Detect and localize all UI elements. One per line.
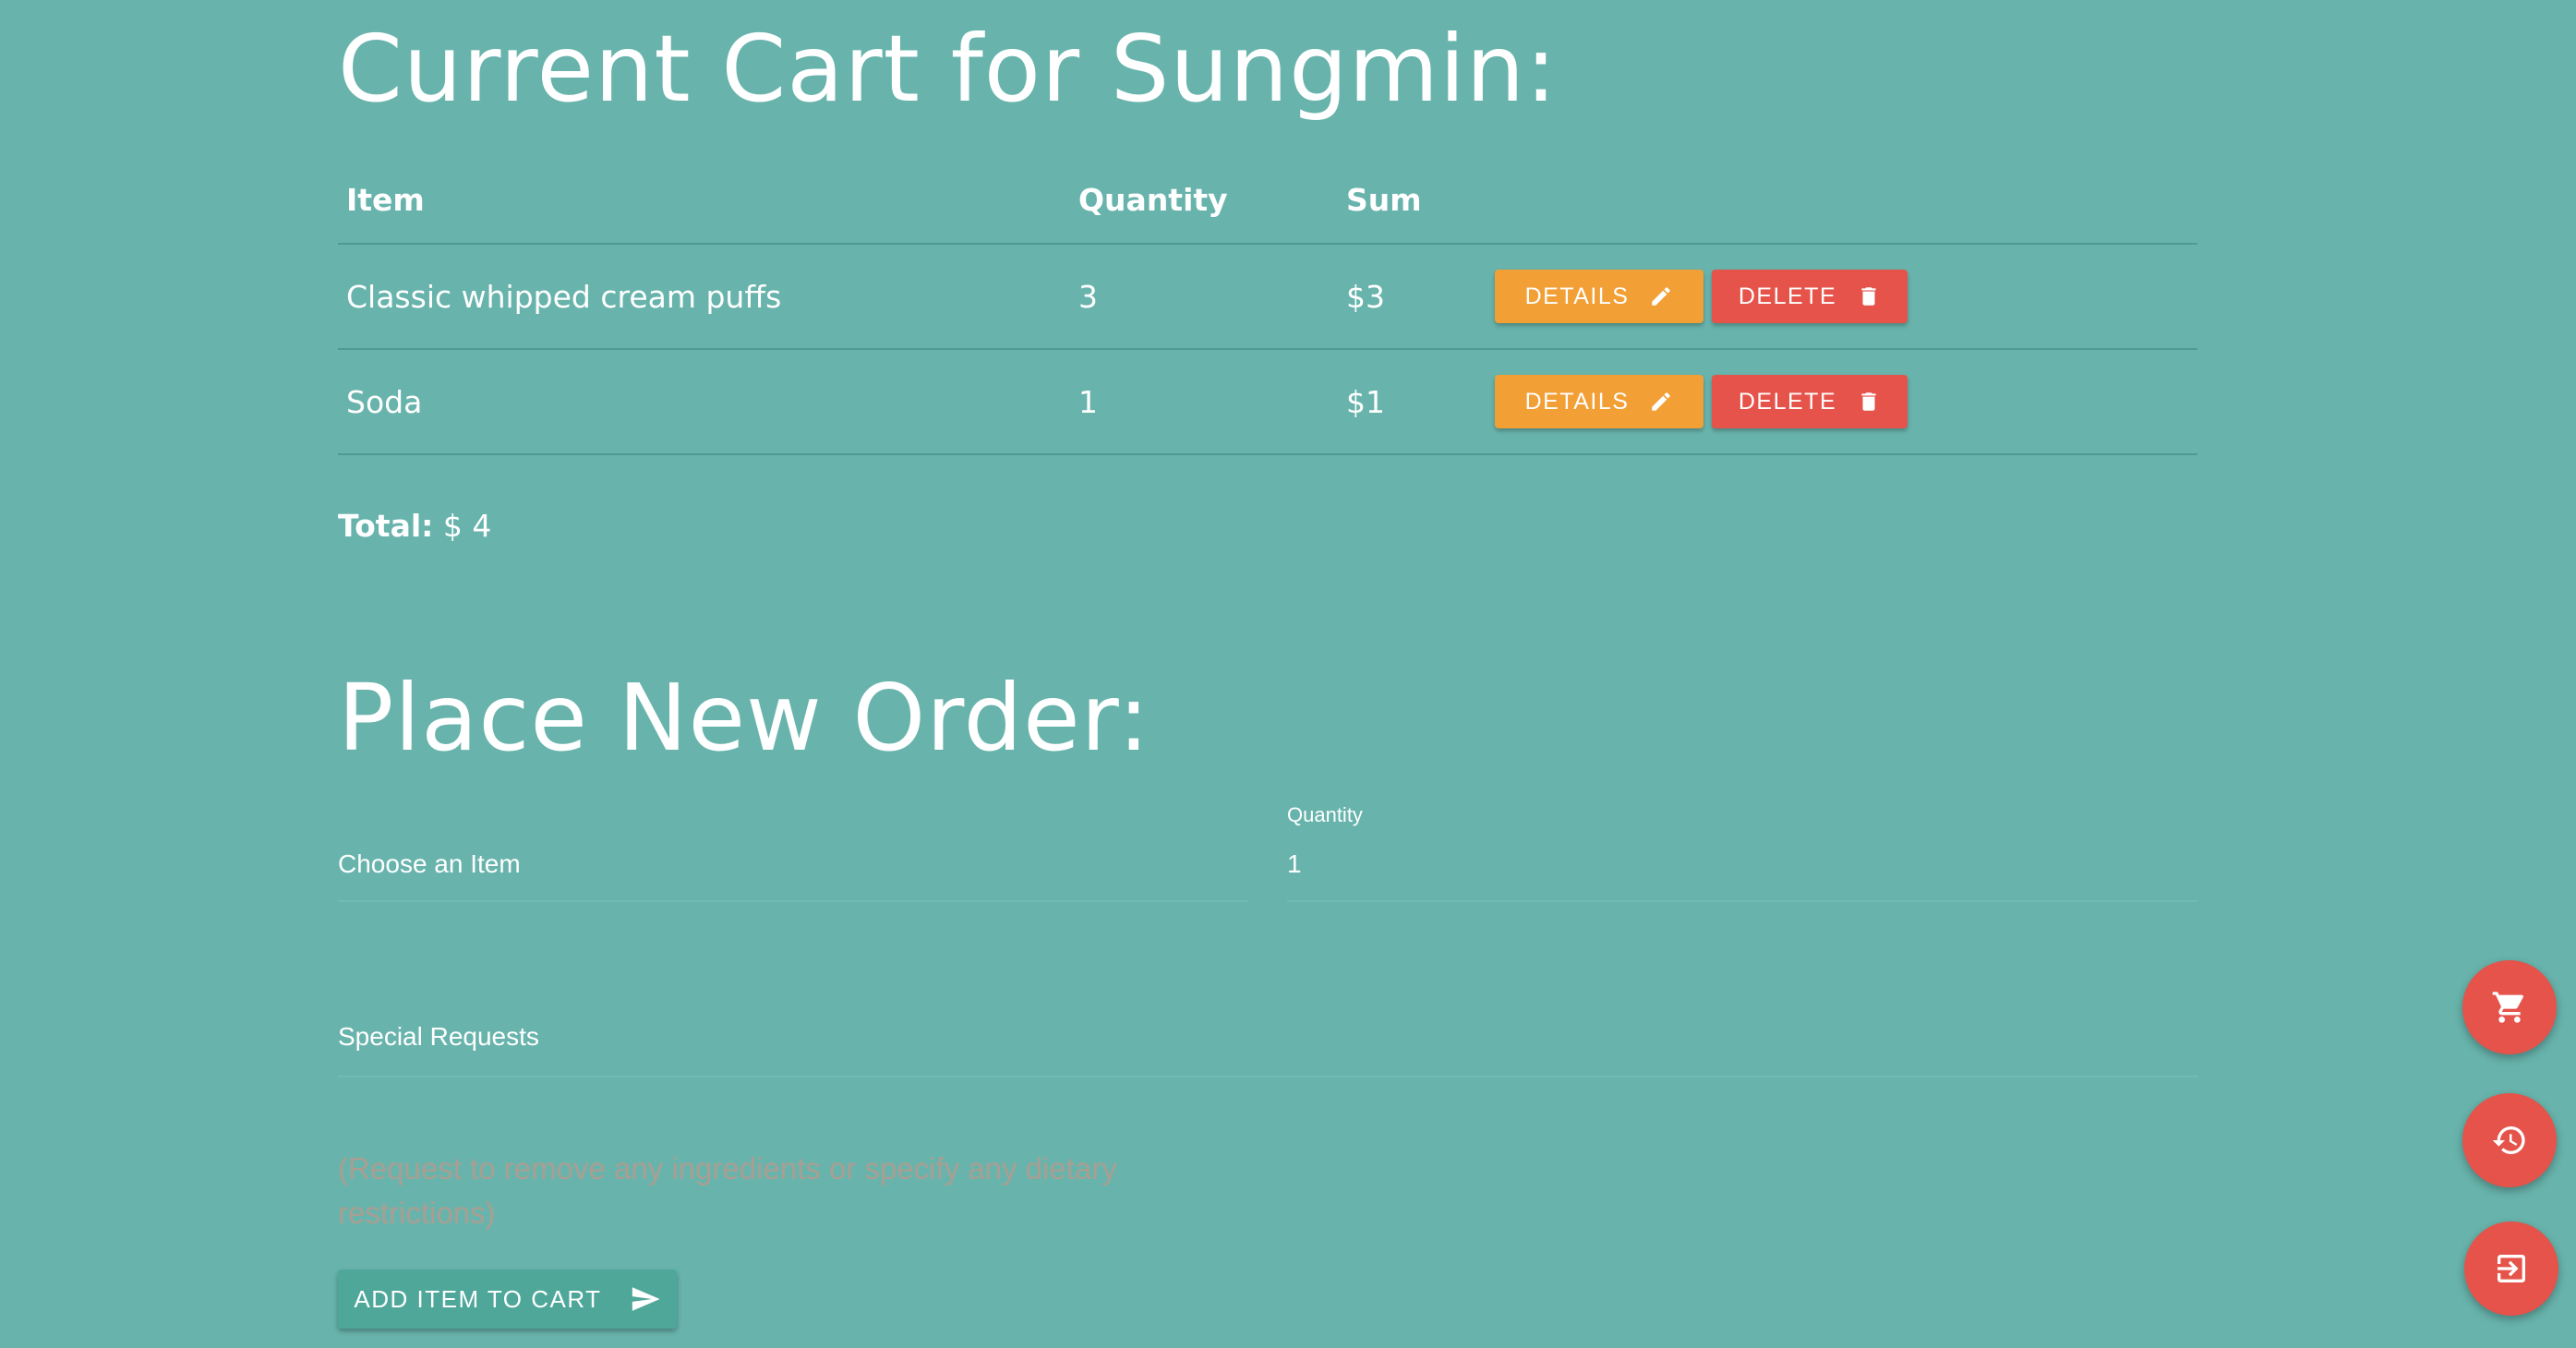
cart-fab-button[interactable] [2462, 960, 2557, 1054]
quantity-field-value: 1 [1287, 849, 1302, 878]
quantity-field[interactable]: Quantity 1 [1287, 803, 2197, 902]
cart-table-header: Item Quantity Sum [338, 157, 2197, 245]
column-header-item: Item [338, 157, 1070, 245]
trash-icon [1861, 392, 1876, 411]
pencil-icon [1652, 392, 1671, 411]
total-value: $ 4 [442, 508, 492, 544]
cell-actions: DETAILS DELETE [1487, 244, 2197, 350]
cart-total: Total: $ 4 [338, 508, 491, 544]
column-header-sum: Sum [1338, 157, 1487, 245]
table-row: Soda 1 $1 DETAILS DELETE [338, 349, 2197, 455]
cell-quantity: 3 [1070, 244, 1338, 350]
cart-table: Item Quantity Sum Classic whipped cream … [338, 157, 2197, 455]
cell-item: Classic whipped cream puffs [338, 244, 1070, 350]
cell-item: Soda [338, 349, 1070, 455]
cell-actions: DETAILS DELETE [1487, 349, 2197, 455]
special-requests-field[interactable]: Special Requests [338, 1006, 2197, 1077]
exit-icon [2498, 1255, 2525, 1282]
details-button[interactable]: DETAILS [1495, 375, 1703, 428]
add-item-to-cart-button[interactable]: ADD ITEM TO CART [338, 1270, 677, 1329]
delete-button-label: DELETE [1738, 388, 1837, 415]
delete-button[interactable]: DELETE [1712, 270, 1908, 323]
special-requests-label: Special Requests [338, 1022, 539, 1051]
special-requests-textarea[interactable]: (Request to remove any ingredients or sp… [338, 1147, 1261, 1235]
table-row: Classic whipped cream puffs 3 $3 DETAILS… [338, 244, 2197, 350]
column-header-actions [1487, 157, 2197, 245]
history-icon [2492, 1126, 2525, 1154]
trash-icon [1861, 287, 1876, 306]
logout-fab-button[interactable] [2464, 1222, 2558, 1316]
cart-icon [2492, 992, 2524, 1023]
column-header-quantity: Quantity [1070, 157, 1338, 245]
add-item-to-cart-label: ADD ITEM TO CART [354, 1284, 602, 1313]
cell-sum: $3 [1338, 244, 1487, 350]
cart-title: Current Cart for Sungmin: [338, 15, 1558, 123]
cell-quantity: 1 [1070, 349, 1338, 455]
delete-button-label: DELETE [1738, 283, 1837, 309]
details-button-label: DETAILS [1524, 388, 1630, 415]
total-label: Total: [338, 508, 434, 544]
send-icon [632, 1287, 660, 1311]
details-button[interactable]: DETAILS [1495, 270, 1703, 323]
delete-button[interactable]: DELETE [1712, 375, 1908, 428]
order-title: Place New Order: [338, 664, 1150, 772]
quantity-field-label: Quantity [1287, 803, 1363, 826]
pencil-icon [1652, 287, 1671, 306]
details-button-label: DETAILS [1524, 283, 1630, 309]
order-history-fab-button[interactable] [2462, 1093, 2557, 1187]
item-select-label: Choose an Item [338, 849, 521, 878]
item-select[interactable]: Choose an Item [338, 812, 1247, 902]
cell-sum: $1 [1338, 349, 1487, 455]
